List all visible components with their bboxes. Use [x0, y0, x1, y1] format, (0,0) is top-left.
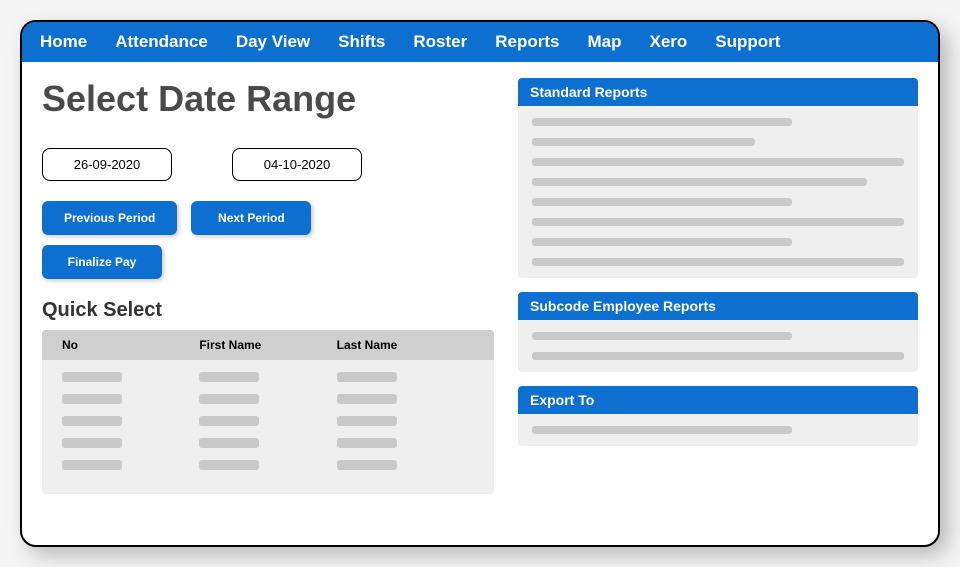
cell-placeholder: [62, 394, 122, 404]
period-buttons-row: Previous Period Next Period: [42, 201, 494, 235]
nav-day-view[interactable]: Day View: [236, 32, 310, 52]
export-panel: Export To: [518, 386, 918, 446]
report-line-placeholder: [532, 158, 904, 166]
cell-placeholder: [337, 460, 397, 470]
standard-reports-header[interactable]: Standard Reports: [518, 78, 918, 106]
nav-reports[interactable]: Reports: [495, 32, 559, 52]
top-nav: Home Attendance Day View Shifts Roster R…: [22, 22, 938, 62]
cell-placeholder: [199, 460, 259, 470]
table-header: No First Name Last Name: [42, 330, 494, 360]
report-line-placeholder: [532, 238, 792, 246]
standard-reports-body: [518, 106, 918, 278]
report-line-placeholder: [532, 138, 755, 146]
report-line-placeholder: [532, 118, 792, 126]
right-column: Standard Reports Subcode Employee Report…: [518, 78, 918, 525]
col-no: No: [62, 338, 199, 352]
cell-placeholder: [337, 416, 397, 426]
subcode-reports-body: [518, 320, 918, 372]
cell-placeholder: [337, 372, 397, 382]
finalize-pay-button[interactable]: Finalize Pay: [42, 245, 162, 279]
cell-placeholder: [62, 416, 122, 426]
page-title: Select Date Range: [42, 78, 494, 120]
cell-placeholder: [62, 372, 122, 382]
nav-map[interactable]: Map: [587, 32, 621, 52]
cell-placeholder: [62, 460, 122, 470]
nav-roster[interactable]: Roster: [413, 32, 467, 52]
table-row[interactable]: [62, 394, 474, 404]
table-row[interactable]: [62, 438, 474, 448]
nav-attendance[interactable]: Attendance: [115, 32, 208, 52]
col-first-name: First Name: [199, 338, 336, 352]
cell-placeholder: [199, 394, 259, 404]
table-body: [42, 360, 494, 494]
left-column: Select Date Range 26-09-2020 04-10-2020 …: [42, 78, 494, 525]
export-header[interactable]: Export To: [518, 386, 918, 414]
report-line-placeholder: [532, 218, 904, 226]
cell-placeholder: [337, 438, 397, 448]
table-row[interactable]: [62, 460, 474, 470]
quick-select-table: No First Name Last Name: [42, 330, 494, 494]
export-body: [518, 414, 918, 446]
nav-home[interactable]: Home: [40, 32, 87, 52]
nav-support[interactable]: Support: [715, 32, 780, 52]
cell-placeholder: [62, 438, 122, 448]
subcode-reports-panel: Subcode Employee Reports: [518, 292, 918, 372]
report-line-placeholder: [532, 258, 904, 266]
report-line-placeholder: [532, 426, 792, 434]
table-row[interactable]: [62, 416, 474, 426]
next-period-button[interactable]: Next Period: [191, 201, 311, 235]
finalize-row: Finalize Pay: [42, 245, 494, 279]
cell-placeholder: [199, 416, 259, 426]
report-line-placeholder: [532, 198, 792, 206]
report-line-placeholder: [532, 178, 867, 186]
end-date-input[interactable]: 04-10-2020: [232, 148, 362, 181]
standard-reports-panel: Standard Reports: [518, 78, 918, 278]
quick-select-title: Quick Select: [42, 299, 494, 322]
table-row[interactable]: [62, 372, 474, 382]
cell-placeholder: [337, 394, 397, 404]
nav-shifts[interactable]: Shifts: [338, 32, 385, 52]
subcode-reports-header[interactable]: Subcode Employee Reports: [518, 292, 918, 320]
date-range-row: 26-09-2020 04-10-2020: [42, 148, 494, 181]
report-line-placeholder: [532, 352, 904, 360]
col-last-name: Last Name: [337, 338, 474, 352]
start-date-input[interactable]: 26-09-2020: [42, 148, 172, 181]
report-line-placeholder: [532, 332, 792, 340]
cell-placeholder: [199, 372, 259, 382]
app-window: Home Attendance Day View Shifts Roster R…: [20, 20, 940, 547]
nav-xero[interactable]: Xero: [649, 32, 687, 52]
previous-period-button[interactable]: Previous Period: [42, 201, 177, 235]
cell-placeholder: [199, 438, 259, 448]
content-area: Select Date Range 26-09-2020 04-10-2020 …: [22, 62, 938, 541]
